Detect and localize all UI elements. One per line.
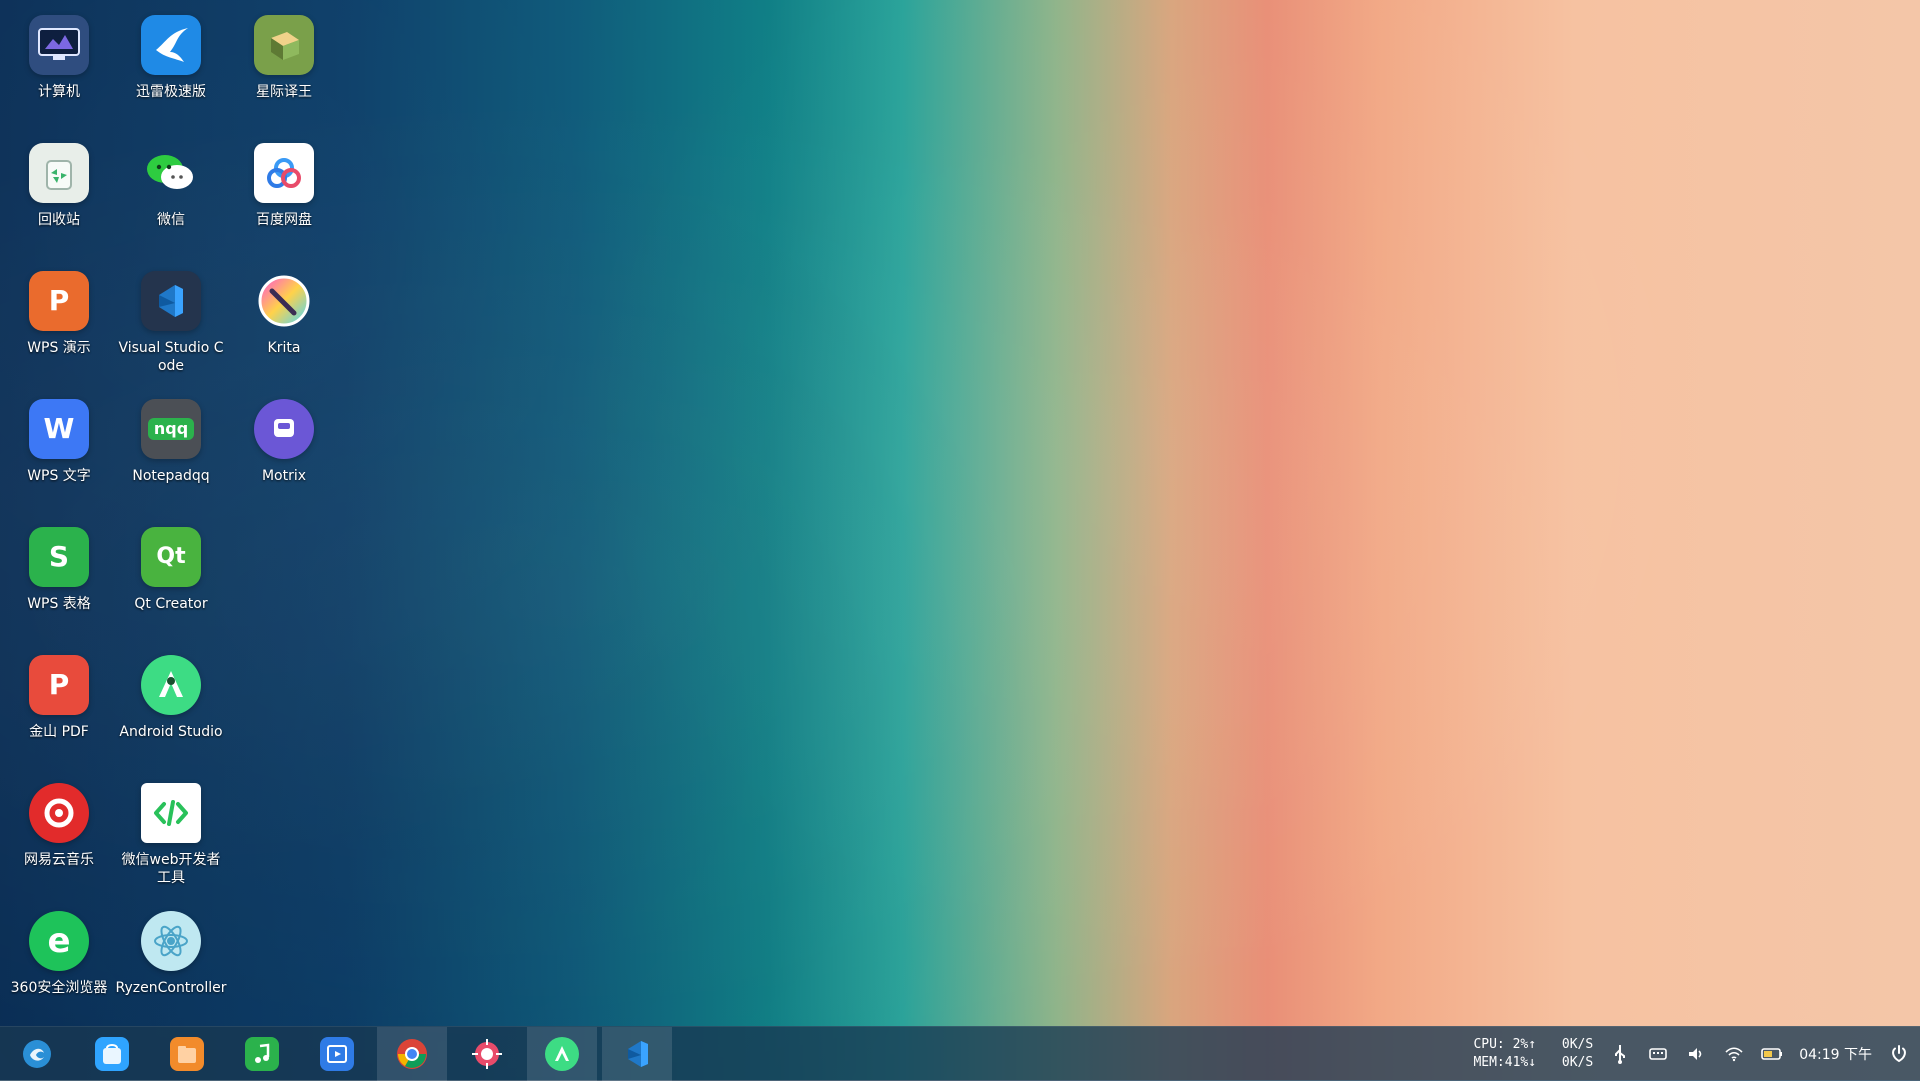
vscode-icon (141, 271, 201, 331)
taskbar-app-store-button[interactable] (77, 1027, 147, 1081)
desktop-icon-wps-writer[interactable]: W WPS 文字 (3, 389, 115, 509)
desktop-icon-trash[interactable]: 回收站 (3, 133, 115, 253)
wps-spreadsheet-icon: S (29, 527, 89, 587)
vscode-icon (620, 1037, 654, 1071)
desktop-icon-netease-music[interactable]: 网易云音乐 (3, 773, 115, 893)
power-icon[interactable] (1888, 1043, 1910, 1065)
desktop-icon-wps-presentation[interactable]: P WPS 演示 (3, 261, 115, 381)
desktop-icon-label: 计算机 (38, 84, 80, 100)
notepadqq-icon: nqq (141, 399, 201, 459)
settings-gear-icon (470, 1037, 504, 1071)
taskbar-apps (0, 1027, 677, 1081)
video-player-icon (320, 1037, 354, 1071)
desktop-icon-label: Visual Studio Code (118, 340, 224, 374)
file-manager-icon (170, 1037, 204, 1071)
taskbar-video-player-button[interactable] (302, 1027, 372, 1081)
taskbar-android-studio-button[interactable] (527, 1027, 597, 1081)
thunder-icon (141, 15, 201, 75)
cpu-usage: CPU: 2%↑ (1473, 1037, 1537, 1052)
desktop-icon-computer[interactable]: 计算机 (3, 5, 115, 125)
wifi-icon[interactable] (1723, 1043, 1745, 1065)
desktop-icon-wechat[interactable]: 微信 (115, 133, 227, 253)
desktop-icon-krita[interactable]: Krita (228, 261, 340, 381)
desktop-icon-thunder[interactable]: 迅雷极速版 (115, 5, 227, 125)
keyboard-icon[interactable] (1647, 1043, 1669, 1065)
taskbar-chrome-button[interactable] (377, 1027, 447, 1081)
motrix-icon (254, 399, 314, 459)
desktop-icon-android-studio[interactable]: Android Studio (115, 645, 227, 765)
desktop-icon-label: 微信web开发者工具 (121, 852, 221, 886)
taskbar: CPU: 2%↑ 0K/S MEM:41%↓ 0K/S 04:19 下午 (0, 1026, 1920, 1081)
desktop-icon-label: 迅雷极速版 (136, 84, 206, 100)
desktop-icon-ryzen-controller[interactable]: RyzenController (115, 901, 227, 1021)
desktop-icon-label: 星际译王 (256, 84, 312, 100)
qt-creator-icon: Qt (141, 527, 201, 587)
battery-icon[interactable] (1761, 1043, 1783, 1065)
system-tray: CPU: 2%↑ 0K/S MEM:41%↓ 0K/S 04:19 下午 (1473, 1027, 1910, 1081)
taskbar-music-player-button[interactable] (227, 1027, 297, 1081)
desktop-icon-label: Notepadqq (132, 468, 210, 484)
desktop-icon-notepadqq[interactable]: nqq Notepadqq (115, 389, 227, 509)
wps-writer-icon: W (29, 399, 89, 459)
desktop-icon-label: 回收站 (38, 212, 80, 228)
desktop-icon-stardict[interactable]: 星际译王 (228, 5, 340, 125)
desktop-icon-label: 网易云音乐 (24, 852, 94, 868)
taskbar-settings-button[interactable] (452, 1027, 522, 1081)
krita-icon (254, 271, 314, 331)
clock[interactable]: 04:19 下午 (1799, 1044, 1872, 1064)
android-studio-icon (545, 1037, 579, 1071)
desktop-icon-label: 金山 PDF (29, 724, 89, 740)
desktop-icon-label: Krita (267, 340, 301, 356)
desktop-icon-wps-spreadsheet[interactable]: S WPS 表格 (3, 517, 115, 637)
desktop-icon-label: 360安全浏览器 (10, 980, 108, 996)
app-store-icon (95, 1037, 129, 1071)
desktop-icon-label: 百度网盘 (256, 212, 312, 228)
desktop-icon-qt-creator[interactable]: Qt Qt Creator (115, 517, 227, 637)
desktop-icon-label: WPS 文字 (27, 468, 91, 484)
android-studio-icon (141, 655, 201, 715)
desktop-icon-motrix[interactable]: Motrix (228, 389, 340, 509)
trash-icon (29, 143, 89, 203)
desktop-icon-label: RyzenController (115, 980, 227, 996)
wechat-icon (141, 143, 201, 203)
volume-icon[interactable] (1685, 1043, 1707, 1065)
baidu-netdisk-icon (254, 143, 314, 203)
desktop-icon-vscode[interactable]: Visual Studio Code (115, 261, 227, 381)
desktop-icon-label: WPS 表格 (27, 596, 91, 612)
stardict-icon (254, 15, 314, 75)
netease-music-icon (29, 783, 89, 843)
system-monitor[interactable]: CPU: 2%↑ 0K/S MEM:41%↓ 0K/S (1473, 1036, 1593, 1072)
taskbar-file-manager-button[interactable] (152, 1027, 222, 1081)
desktop-icon-label: WPS 演示 (27, 340, 91, 356)
360-browser-icon: e (29, 911, 89, 971)
chrome-icon (395, 1037, 429, 1071)
desktop-icon-kingsoft-pdf[interactable]: P 金山 PDF (3, 645, 115, 765)
desktop-icon-wechat-devtools[interactable]: 微信web开发者工具 (115, 773, 227, 893)
wps-presentation-icon: P (29, 271, 89, 331)
music-player-icon (245, 1037, 279, 1071)
desktop-icon-baidu-netdisk[interactable]: 百度网盘 (228, 133, 340, 253)
taskbar-launcher-button[interactable] (2, 1027, 72, 1081)
upload-speed: 0K/S (1561, 1037, 1594, 1052)
desktop-icon-label: Android Studio (119, 724, 223, 740)
kingsoft-pdf-icon: P (29, 655, 89, 715)
ryzen-controller-icon (141, 911, 201, 971)
taskbar-vscode-button[interactable] (602, 1027, 672, 1081)
computer-icon (29, 15, 89, 75)
download-speed: 0K/S (1561, 1055, 1594, 1070)
desktop-icon-label: Qt Creator (134, 596, 208, 612)
wechat-devtools-icon (141, 783, 201, 843)
desktop-icon-label: Motrix (261, 468, 307, 484)
usb-icon[interactable] (1609, 1043, 1631, 1065)
launcher-icon (20, 1037, 54, 1071)
desktop-icon-label: 微信 (157, 212, 185, 228)
desktop-icon-360-browser[interactable]: e 360安全浏览器 (3, 901, 115, 1021)
memory-usage: MEM:41%↓ (1473, 1055, 1537, 1070)
